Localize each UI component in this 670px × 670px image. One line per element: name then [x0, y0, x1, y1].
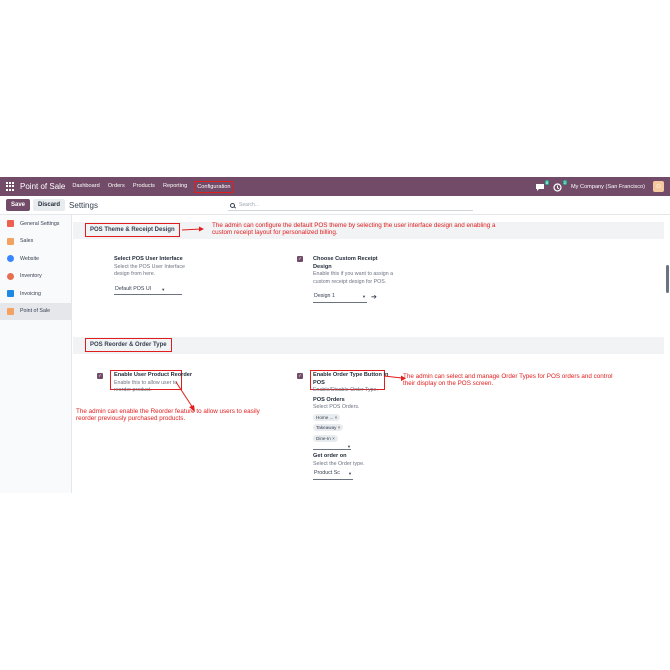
main-menu: Dashboard Orders Products Reporting Conf…	[71, 180, 234, 193]
custom-receipt-checkbox[interactable]: ✓	[297, 256, 303, 262]
setting-pos-ui: Select POS User Interface Select the POS…	[114, 256, 202, 295]
custom-receipt-label: Choose Custom Receipt Design	[313, 256, 378, 270]
sidebar-item-website[interactable]: Website	[0, 250, 71, 268]
get-order-select[interactable]: Product Sc ▼	[313, 469, 353, 480]
menu-products[interactable]: Products	[132, 181, 156, 193]
sidebar-item-label: Invoicing	[20, 290, 41, 297]
sidebar-item-sales[interactable]: Sales	[0, 233, 71, 251]
pos-orders-select[interactable]: ▼	[313, 443, 351, 450]
reorder-label: Enable User Product Reorder	[114, 372, 193, 378]
order-type-label: Enable Order Type Button in POS	[313, 372, 389, 386]
order-type-help: Enable/Disable Order Type.	[313, 387, 378, 393]
app-name[interactable]: Point of Sale	[20, 182, 65, 191]
chevron-down-icon: ▼	[161, 286, 166, 292]
setting-order-type: Enable Order Type Button in POS Enable/D…	[313, 372, 393, 480]
invoicing-icon	[7, 290, 14, 298]
menu-orders[interactable]: Orders	[107, 181, 126, 193]
menu-reporting[interactable]: Reporting	[162, 181, 188, 193]
messages-badge: 8	[544, 179, 550, 185]
receipt-design-value: Design 1	[314, 293, 335, 299]
menu-configuration[interactable]: Configuration	[194, 180, 234, 193]
chevron-down-icon: ▼	[348, 471, 352, 476]
arrow-annotation-theme	[181, 226, 204, 232]
tag-home[interactable]: Home ... ×	[313, 413, 341, 421]
chevron-down-icon: ▼	[362, 294, 366, 299]
settings-main: POS Theme & Receipt Design The admin can…	[73, 215, 664, 493]
get-order-value: Product Sc	[314, 470, 340, 476]
internal-link-arrow-icon[interactable]: ➔	[371, 294, 377, 302]
website-icon	[7, 255, 14, 263]
control-panel: Save Discard Settings Search...	[0, 196, 670, 215]
pos-orders-help: Select POS Orders.	[313, 404, 360, 410]
section-header-reorder: POS Reorder & Order Type	[73, 337, 664, 354]
section-title-theme: POS Theme & Receipt Design	[85, 223, 180, 237]
search-icon	[230, 202, 235, 208]
top-navbar: Point of Sale Dashboard Orders Products …	[0, 177, 670, 196]
sales-icon	[7, 237, 14, 245]
scrollbar-thumb[interactable]	[666, 265, 669, 293]
save-button[interactable]: Save	[6, 199, 31, 211]
messages-icon[interactable]: 8	[535, 179, 550, 191]
tag-takeaway[interactable]: Takeaway ×	[313, 424, 344, 431]
sidebar-item-label: General Settings	[20, 220, 60, 227]
point-of-sale-icon	[7, 307, 14, 315]
sidebar-item-label: Sales	[20, 238, 34, 245]
annotation-reorder: The admin can enable the Reorder feature…	[76, 408, 260, 423]
activity-badge: 2	[562, 179, 568, 185]
settings-sidebar: General Settings Sales Website Inventory…	[0, 215, 72, 493]
company-switcher[interactable]: My Company (San Francisco)	[571, 184, 645, 190]
search-bar[interactable]: Search...	[228, 200, 473, 211]
discard-button[interactable]: Discard	[33, 199, 66, 211]
pos-ui-help: Select the POS User Interface design fro…	[114, 263, 185, 278]
pos-orders-label: POS Orders	[313, 396, 345, 403]
order-type-checkbox[interactable]: ✓	[297, 373, 303, 379]
scrollbar[interactable]	[664, 215, 670, 493]
get-order-label: Get order on	[313, 453, 347, 459]
custom-receipt-help: Enable this if you want to assign a cust…	[313, 271, 394, 285]
section-title-reorder: POS Reorder & Order Type	[85, 338, 172, 352]
setting-custom-receipt: Choose Custom Receipt Design Enable this…	[313, 256, 397, 303]
get-order-help: Select the Order type.	[313, 460, 365, 467]
sidebar-item-inventory[interactable]: Inventory	[0, 268, 71, 286]
pos-ui-value: Default POS UI	[115, 285, 152, 292]
annotation-order-type: The admin can select and manage Order Ty…	[403, 373, 613, 388]
sidebar-item-label: Website	[20, 255, 40, 262]
reorder-checkbox[interactable]: ✓	[97, 373, 103, 379]
chevron-down-icon: ▼	[347, 444, 351, 449]
apps-menu-icon[interactable]	[6, 182, 15, 191]
inventory-icon	[7, 272, 14, 280]
user-avatar[interactable]: ☺	[653, 181, 664, 192]
sidebar-item-invoicing[interactable]: Invoicing	[0, 285, 71, 303]
page-title: Settings	[69, 200, 98, 210]
general-settings-icon	[7, 220, 14, 228]
pos-ui-select[interactable]: Default POS UI ▼	[114, 285, 182, 295]
receipt-design-select[interactable]: Design 1 ▼	[313, 292, 367, 303]
nav-right: 8 2 My Company (San Francisco) ☺	[535, 179, 664, 192]
sidebar-item-general-settings[interactable]: General Settings	[0, 215, 71, 233]
sidebar-item-label: Inventory	[20, 273, 42, 280]
activity-icon[interactable]: 2	[553, 179, 568, 192]
sidebar-item-point-of-sale[interactable]: Point of Sale	[0, 302, 71, 320]
pos-ui-label: Select POS User Interface	[114, 256, 183, 262]
odoo-window: Point of Sale Dashboard Orders Products …	[0, 177, 670, 493]
menu-dashboard[interactable]: Dashboard	[71, 181, 100, 193]
sidebar-item-label: Point of Sale	[20, 308, 51, 315]
search-input[interactable]: Search...	[239, 202, 259, 208]
annotation-theme: The admin can configure the default POS …	[212, 222, 496, 237]
tag-dine-in[interactable]: Dine-In ×	[313, 434, 338, 442]
